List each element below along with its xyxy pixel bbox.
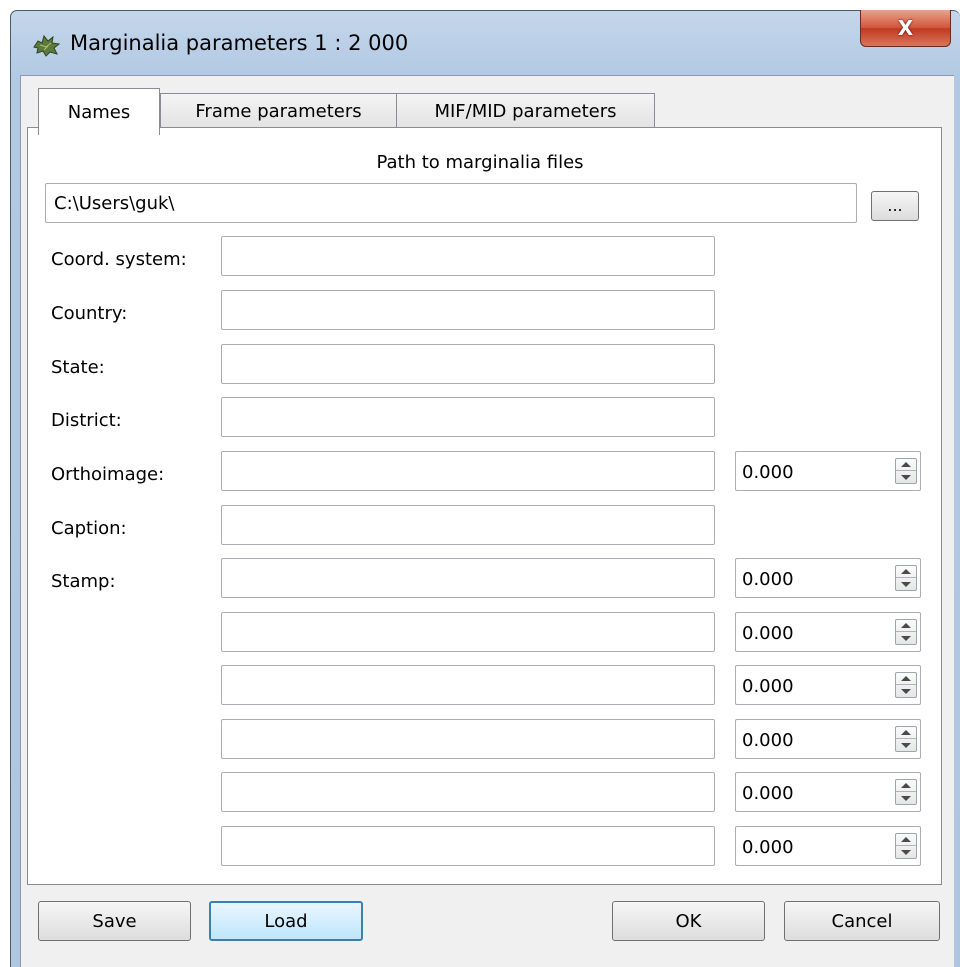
stamp-input-1[interactable] <box>221 558 715 598</box>
stamp-input-5[interactable] <box>221 772 715 812</box>
stamp-spinbox-2[interactable]: 0.000 <box>735 612 921 652</box>
country-label: Country: <box>51 303 128 324</box>
spin-down-icon[interactable] <box>896 632 916 644</box>
state-input[interactable] <box>221 344 715 384</box>
cancel-button[interactable]: Cancel <box>784 901 940 941</box>
browse-button[interactable]: ... <box>871 191 919 221</box>
orthoimage-spinbox-value: 0.000 <box>742 462 794 483</box>
tab-names[interactable]: Names <box>38 88 160 135</box>
stamp-spinbox-6[interactable]: 0.000 <box>735 826 921 866</box>
stamp-spinbox-4[interactable]: 0.000 <box>735 719 921 759</box>
tab-mif-mid-parameters[interactable]: MIF/MID parameters <box>396 93 655 129</box>
tab-names-label: Names <box>67 101 131 123</box>
stamp-input-2[interactable] <box>221 612 715 652</box>
stamp-spinbox-arrows[interactable] <box>895 726 917 752</box>
stamp-spinbox-value: 0.000 <box>742 676 794 697</box>
spin-up-icon[interactable] <box>896 780 916 792</box>
caption-input[interactable] <box>221 505 715 545</box>
spin-down-icon[interactable] <box>896 846 916 858</box>
load-button[interactable]: Load <box>209 901 363 941</box>
state-label: State: <box>51 357 105 378</box>
coord-system-label: Coord. system: <box>51 249 187 270</box>
spin-down-icon[interactable] <box>896 578 916 590</box>
save-button[interactable]: Save <box>38 901 191 941</box>
stamp-spinbox-value: 0.000 <box>742 783 794 804</box>
path-title: Path to marginalia files <box>376 152 584 173</box>
country-input[interactable] <box>221 290 715 330</box>
spin-up-icon[interactable] <box>896 566 916 578</box>
orthoimage-label: Orthoimage: <box>51 464 165 485</box>
tab-frame-parameters-label: Frame parameters <box>195 101 362 122</box>
stamp-spinbox-value: 0.000 <box>742 837 794 858</box>
stamp-spinbox-value: 0.000 <box>742 623 794 644</box>
orthoimage-spinbox[interactable]: 0.000 <box>735 451 921 491</box>
tab-mif-mid-parameters-label: MIF/MID parameters <box>434 101 617 122</box>
stamp-spinbox-arrows[interactable] <box>895 779 917 805</box>
stamp-spinbox-value: 0.000 <box>742 730 794 751</box>
stamp-spinbox-arrows[interactable] <box>895 833 917 859</box>
spin-down-icon[interactable] <box>896 792 916 804</box>
close-icon: X <box>897 16 914 40</box>
stamp-spinbox-1[interactable]: 0.000 <box>735 558 921 598</box>
ok-button[interactable]: OK <box>612 901 765 941</box>
stamp-input-6[interactable] <box>221 826 715 866</box>
spin-down-icon[interactable] <box>896 739 916 751</box>
stamp-input-4[interactable] <box>221 719 715 759</box>
stamp-spinbox-arrows[interactable] <box>895 672 917 698</box>
district-label: District: <box>51 410 122 431</box>
close-button[interactable]: X <box>860 10 951 47</box>
stamp-spinbox-5[interactable]: 0.000 <box>735 772 921 812</box>
orthoimage-spinbox-arrows[interactable] <box>895 458 917 484</box>
window-title: Marginalia parameters 1 : 2 000 <box>70 31 409 55</box>
spin-down-icon[interactable] <box>896 471 916 483</box>
stamp-spinbox-arrows[interactable] <box>895 619 917 645</box>
spin-up-icon[interactable] <box>896 727 916 739</box>
path-input[interactable]: C:\Users\guk\ <box>45 183 857 223</box>
district-input[interactable] <box>221 397 715 437</box>
coord-system-input[interactable] <box>221 236 715 276</box>
tab-frame-parameters[interactable]: Frame parameters <box>160 93 397 129</box>
orthoimage-input[interactable] <box>221 451 715 491</box>
stamp-spinbox-value: 0.000 <box>742 569 794 590</box>
spin-down-icon[interactable] <box>896 685 916 697</box>
stamp-label: Stamp: <box>51 571 116 592</box>
spin-up-icon[interactable] <box>896 459 916 471</box>
stamp-spinbox-3[interactable]: 0.000 <box>735 665 921 705</box>
stamp-input-3[interactable] <box>221 665 715 705</box>
spin-up-icon[interactable] <box>896 673 916 685</box>
spin-up-icon[interactable] <box>896 620 916 632</box>
caption-label: Caption: <box>51 518 127 539</box>
spin-up-icon[interactable] <box>896 834 916 846</box>
stamp-spinbox-arrows[interactable] <box>895 565 917 591</box>
map-leaf-icon <box>33 34 60 57</box>
